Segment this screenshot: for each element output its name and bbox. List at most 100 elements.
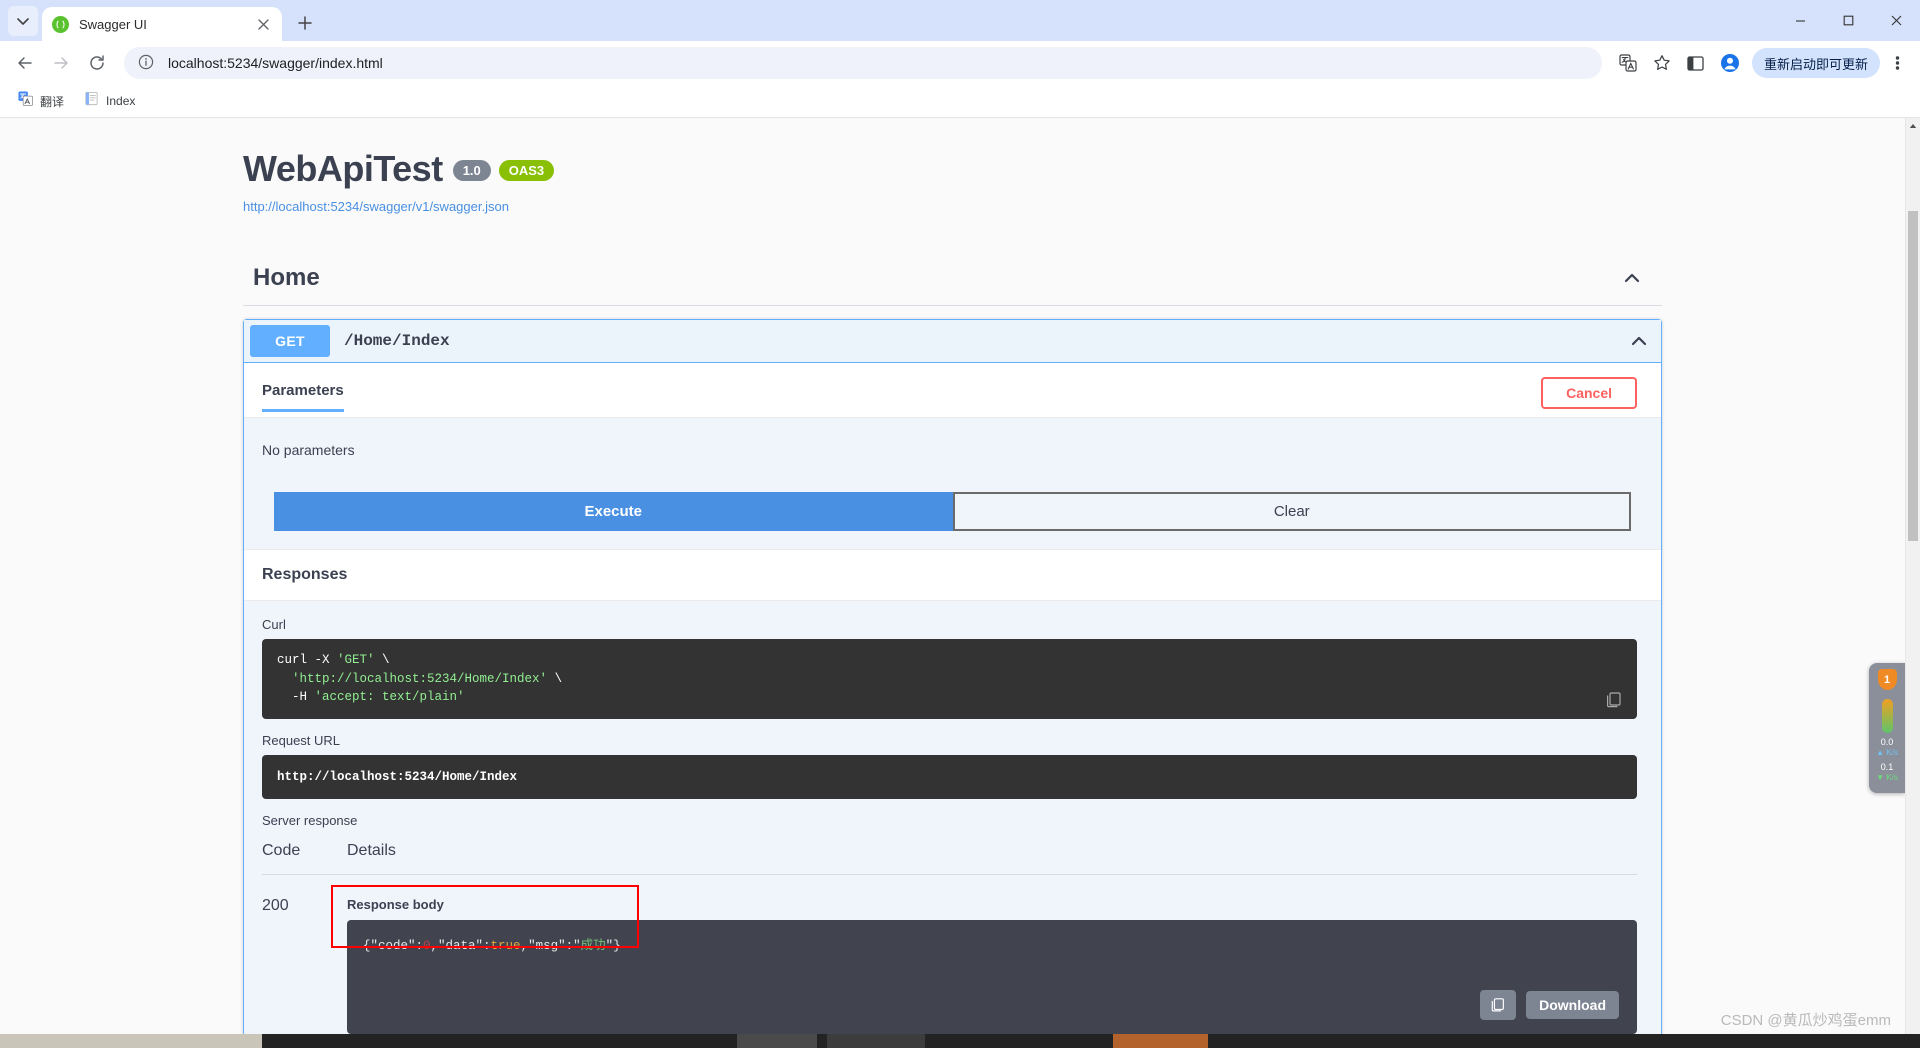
operation-path: /Home/Index xyxy=(344,332,450,350)
curl-line-3-plain: -H xyxy=(277,690,315,704)
download-speed-unit: ▼ K/s xyxy=(1876,772,1898,782)
request-url-code-block: http://localhost:5234/Home/Index xyxy=(262,754,1637,799)
cancel-button[interactable]: Cancel xyxy=(1541,377,1637,409)
update-button-label: 重新启动即可更新 xyxy=(1763,56,1868,72)
response-body-wrapper: Response body {"code":0,"data":true,"msg… xyxy=(331,885,1637,1034)
chevron-up-icon[interactable] xyxy=(1629,331,1649,351)
restart-to-update-button[interactable]: 重新启动即可更新 xyxy=(1751,48,1880,78)
http-method-badge: GET xyxy=(250,325,330,357)
resp-json-number: 0 xyxy=(423,939,431,953)
address-bar[interactable]: localhost:5234/swagger/index.html xyxy=(124,47,1602,79)
resp-json-post: "} xyxy=(605,939,621,953)
curl-line-2-plain xyxy=(277,672,292,686)
new-tab-button[interactable] xyxy=(290,8,320,38)
google-translate-icon xyxy=(18,91,33,111)
opblock-summary[interactable]: GET /Home/Index xyxy=(244,320,1661,363)
curl-line-3-quoted: 'accept: text/plain' xyxy=(314,690,465,704)
upload-speed-unit: ▲ K/s xyxy=(1876,747,1898,757)
column-header-code: Code xyxy=(262,842,347,875)
page-viewport: WebApiTest 1.0 OAS3 http://localhost:523… xyxy=(0,118,1920,1034)
curl-label: Curl xyxy=(262,617,286,632)
resp-json-mid: ,"data": xyxy=(430,939,491,953)
resp-json-mid2: ,"msg":" xyxy=(520,939,581,953)
tab-title: Swagger UI xyxy=(79,16,147,32)
os-taskbar xyxy=(0,1034,1920,1048)
reload-button[interactable] xyxy=(80,46,114,80)
browser-window: Swagger UI localhost:5234/swagger/index.… xyxy=(0,0,1920,1048)
response-status-code: 200 xyxy=(262,897,289,914)
parameters-header: Parameters Cancel xyxy=(244,363,1661,418)
curl-code-block: curl -X 'GET' \ 'http://localhost:5234/H… xyxy=(262,639,1637,719)
taskbar-segment xyxy=(1113,1034,1208,1048)
server-response-label: Server response xyxy=(262,813,358,828)
copy-icon[interactable] xyxy=(1603,689,1625,711)
back-button[interactable] xyxy=(8,46,42,80)
response-details-cell: Response body {"code":0,"data":true,"msg… xyxy=(331,875,1637,1034)
watermark-text: CSDN @黄瓜炒鸡蛋emm xyxy=(1720,1012,1891,1029)
opblock-get-home-index: GET /Home/Index Parameters Cancel No par… xyxy=(243,319,1662,1034)
api-info-block: WebApiTest 1.0 OAS3 http://localhost:523… xyxy=(0,118,1905,214)
curl-line-1-plain: curl -X xyxy=(277,653,338,667)
address-bar-url: localhost:5234/swagger/index.html xyxy=(168,55,383,71)
response-body-label: Response body xyxy=(347,897,444,912)
taskbar-segment xyxy=(737,1034,817,1048)
tab-parameters[interactable]: Parameters xyxy=(262,382,344,412)
column-header-details: Details xyxy=(347,842,1637,875)
chevron-up-icon[interactable] xyxy=(1622,268,1642,288)
maximize-button[interactable] xyxy=(1824,0,1872,41)
page-title: WebApiTest xyxy=(243,148,443,189)
vertical-scrollbar[interactable] xyxy=(1905,118,1920,1034)
tag-header-home[interactable]: Home xyxy=(243,256,1662,306)
curl-line-1-tail: \ xyxy=(374,653,390,667)
page-icon xyxy=(84,91,99,111)
bookmark-item-index[interactable]: Index xyxy=(76,87,143,115)
info-circle-icon[interactable] xyxy=(138,54,156,72)
version-badge: 1.0 xyxy=(452,160,491,181)
close-icon[interactable] xyxy=(254,15,272,33)
taskbar-segment xyxy=(925,1034,1113,1048)
request-url-label: Request URL xyxy=(262,732,341,748)
swagger-ui-page: WebApiTest 1.0 OAS3 http://localhost:523… xyxy=(0,118,1905,1034)
copy-icon[interactable] xyxy=(1480,990,1517,1020)
swagger-container: WebApiTest 1.0 OAS3 http://localhost:523… xyxy=(0,118,1905,1034)
window-controls xyxy=(1776,0,1920,41)
taskbar-segment xyxy=(0,1034,262,1048)
speed-gauge-icon xyxy=(1881,699,1893,733)
curl-line-2-quoted: 'http://localhost:5234/Home/Index' xyxy=(292,671,548,686)
bookmark-item-translate[interactable]: 翻译 xyxy=(10,87,72,115)
tab-search-button[interactable] xyxy=(8,6,38,36)
bookmarks-bar: 翻译 Index xyxy=(0,85,1920,118)
download-button[interactable]: Download xyxy=(1526,991,1619,1019)
taskbar-segment xyxy=(817,1034,827,1048)
responses-header: Responses xyxy=(244,549,1661,601)
upload-speed-value: 0.0 xyxy=(1880,737,1894,747)
clear-button[interactable]: Clear xyxy=(952,492,1631,531)
minimize-button[interactable] xyxy=(1776,0,1824,41)
tag-name: Home xyxy=(253,264,320,291)
spec-url-link[interactable]: http://localhost:5234/swagger/v1/swagger… xyxy=(243,199,1905,214)
three-dots-menu-icon[interactable] xyxy=(1882,47,1912,79)
curl-line-2-tail: \ xyxy=(547,671,563,686)
shield-badge-icon[interactable]: 1 xyxy=(1877,669,1897,690)
translate-icon[interactable] xyxy=(1612,47,1644,79)
responses-body: Curl curl -X 'GET' \ 'http://localhost:5… xyxy=(244,601,1661,1034)
shield-count: 1 xyxy=(1883,673,1891,686)
taskbar-segment xyxy=(262,1034,737,1048)
response-table: Code Details 200 Response body {"code":0… xyxy=(262,842,1637,1034)
profile-avatar-icon[interactable] xyxy=(1714,47,1746,79)
network-speed-widget[interactable]: 1 0.0 ▲ K/s 0.1 ▼ K/s xyxy=(1869,663,1905,793)
execute-button[interactable]: Execute xyxy=(274,492,953,531)
bookmark-label: 翻译 xyxy=(40,94,65,109)
table-row: 200 Response body {"code":0,"data":true,… xyxy=(262,875,1637,1034)
resp-json-pre: {"code": xyxy=(363,939,424,953)
forward-button[interactable] xyxy=(44,46,78,80)
responses-title: Responses xyxy=(262,566,348,583)
api-title-row: WebApiTest 1.0 OAS3 xyxy=(243,148,1905,190)
star-icon[interactable] xyxy=(1646,47,1678,79)
close-window-button[interactable] xyxy=(1872,0,1920,41)
side-panel-icon[interactable] xyxy=(1680,47,1712,79)
oas-badge: OAS3 xyxy=(498,160,555,181)
browser-tab[interactable]: Swagger UI xyxy=(42,7,282,41)
scrollbar-thumb[interactable] xyxy=(1908,211,1918,541)
scroll-up-arrow-icon[interactable] xyxy=(1906,118,1920,133)
